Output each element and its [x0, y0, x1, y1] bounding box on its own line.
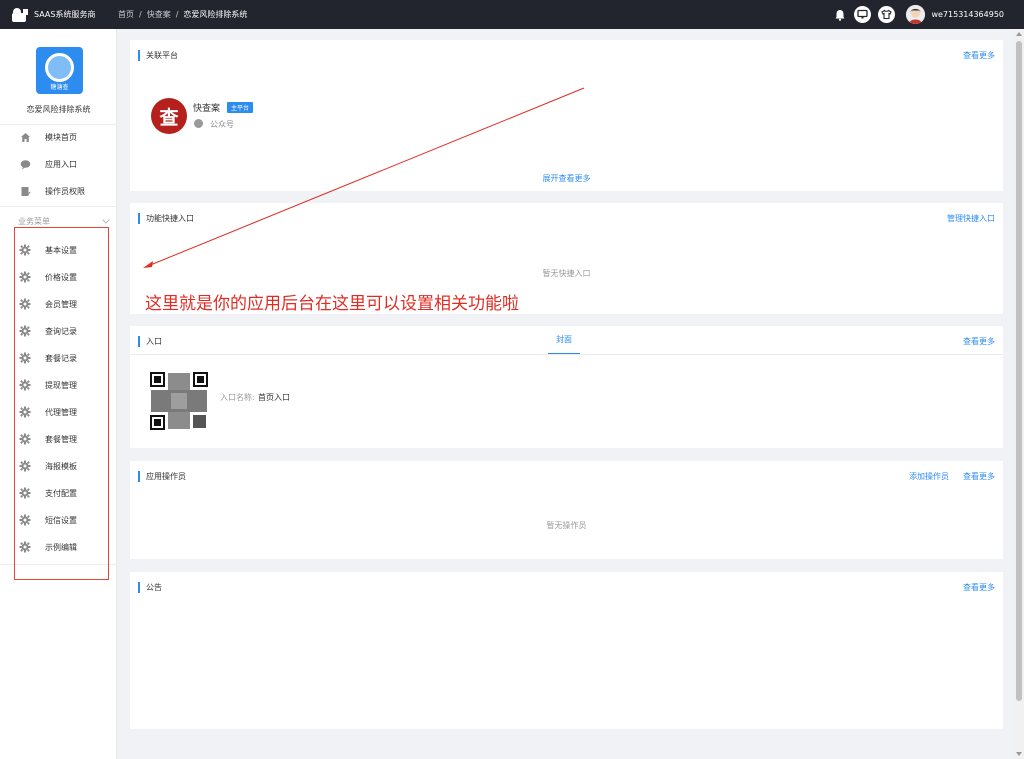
main-platform-badge: 主平台 [227, 102, 254, 113]
brand[interactable]: SAAS系统服务商 [0, 7, 112, 23]
app-icon: 糖溏查 [36, 47, 83, 94]
view-more-link[interactable]: 查看更多 [963, 336, 995, 347]
tab-divider [130, 354, 1003, 355]
view-more-link[interactable]: 查看更多 [963, 582, 995, 593]
platform-name: 快查案 [193, 104, 221, 114]
username[interactable]: we715314364950 [931, 10, 1004, 19]
document-edit-icon [19, 185, 31, 197]
chevron-down-icon [102, 219, 110, 224]
sidebar-item-module-home[interactable]: 模块首页 [0, 124, 117, 150]
breadcrumb-separator: / [175, 10, 179, 19]
view-more-link[interactable]: 查看更多 [963, 50, 995, 61]
sidebar-item-operator-permission[interactable]: 操作员权限 [0, 178, 117, 204]
add-operator-link[interactable]: 添加操作员 [909, 471, 949, 482]
brand-name: SAAS系统服务商 [34, 10, 96, 19]
scroll-down-arrow[interactable] [1016, 752, 1022, 756]
manage-shortcuts-link[interactable]: 管理快捷入口 [947, 213, 995, 224]
app-logo-ring [45, 53, 74, 82]
sidebar-item-app-entry[interactable]: 应用入口 [0, 151, 117, 177]
annotation-highlight-box [14, 227, 109, 580]
entry-name-label: 入口名称: [220, 393, 255, 402]
brand-logo-icon [12, 7, 28, 22]
sidebar: 糖溏查 恋爱风险排除系统 模块首页 应用入口 操作员权限 业务菜单 基本设置 价格… [0, 29, 117, 759]
scroll-up-arrow[interactable] [1016, 32, 1022, 36]
divider [0, 206, 117, 207]
linked-platform-card: 关联平台 查看更多 查 快查案 主平台 公众号 展开查看更多 [130, 40, 1003, 191]
business-menu-group[interactable]: 业务菜单 [18, 216, 110, 227]
empty-operators-text: 暂无操作员 [546, 521, 587, 530]
home-icon [19, 131, 31, 143]
breadcrumb-item-home[interactable]: 首页 [118, 9, 134, 20]
platform-logo: 查 [151, 98, 187, 134]
empty-shortcuts-text: 暂无快捷入口 [542, 269, 591, 278]
sidebar-item-label: 操作员权限 [45, 186, 85, 196]
scrollbar-thumb[interactable] [1016, 41, 1022, 701]
notice-card: 公告 查看更多 [130, 572, 1003, 729]
avatar[interactable] [906, 5, 926, 24]
entry-card: 入口 封面 查看更多 入口名称: 首页入口 [130, 326, 1003, 448]
app-icon-caption: 糖溏查 [50, 84, 69, 91]
card-title: 应用操作员 [138, 471, 186, 482]
chat-bubble-icon [19, 158, 31, 170]
monitor-icon[interactable] [854, 6, 872, 23]
top-bar: SAAS系统服务商 首页 / 快查案 / 恋爱风险排除系统 we71531436… [0, 0, 1024, 29]
official-account-icon [194, 119, 203, 128]
sidebar-item-label: 应用入口 [45, 159, 77, 169]
card-title: 公告 [138, 582, 162, 593]
app-operators-card: 应用操作员 添加操作员 查看更多 暂无操作员 [130, 461, 1003, 559]
qr-code-image[interactable] [149, 371, 209, 431]
shirt-icon[interactable] [878, 6, 896, 23]
bell-icon[interactable] [834, 9, 846, 21]
card-title: 入口 [138, 336, 162, 347]
page-scrollbar[interactable] [1014, 29, 1024, 759]
view-more-link[interactable]: 查看更多 [963, 471, 995, 482]
tab-cover[interactable]: 封面 [548, 334, 580, 345]
card-title: 关联平台 [138, 50, 178, 61]
expand-more-link[interactable]: 展开查看更多 [130, 173, 1003, 184]
annotation-text: 这里就是你的应用后台在这里可以设置相关功能啦 [145, 294, 519, 314]
card-title: 功能快捷入口 [138, 213, 194, 224]
breadcrumb-item-current: 恋爱风险排除系统 [183, 10, 248, 19]
breadcrumb: 首页 / 快查案 / 恋爱风险排除系统 [118, 9, 247, 20]
group-title: 业务菜单 [18, 217, 50, 226]
app-name: 恋爱风险排除系统 [26, 105, 91, 114]
entry-name-value: 首页入口 [258, 393, 290, 402]
breadcrumb-item-platform[interactable]: 快查案 [147, 9, 171, 20]
platform-type: 公众号 [210, 120, 234, 129]
sidebar-item-label: 模块首页 [45, 132, 77, 142]
breadcrumb-separator: / [139, 10, 142, 19]
top-right-actions: we715314364950 [834, 0, 1004, 29]
